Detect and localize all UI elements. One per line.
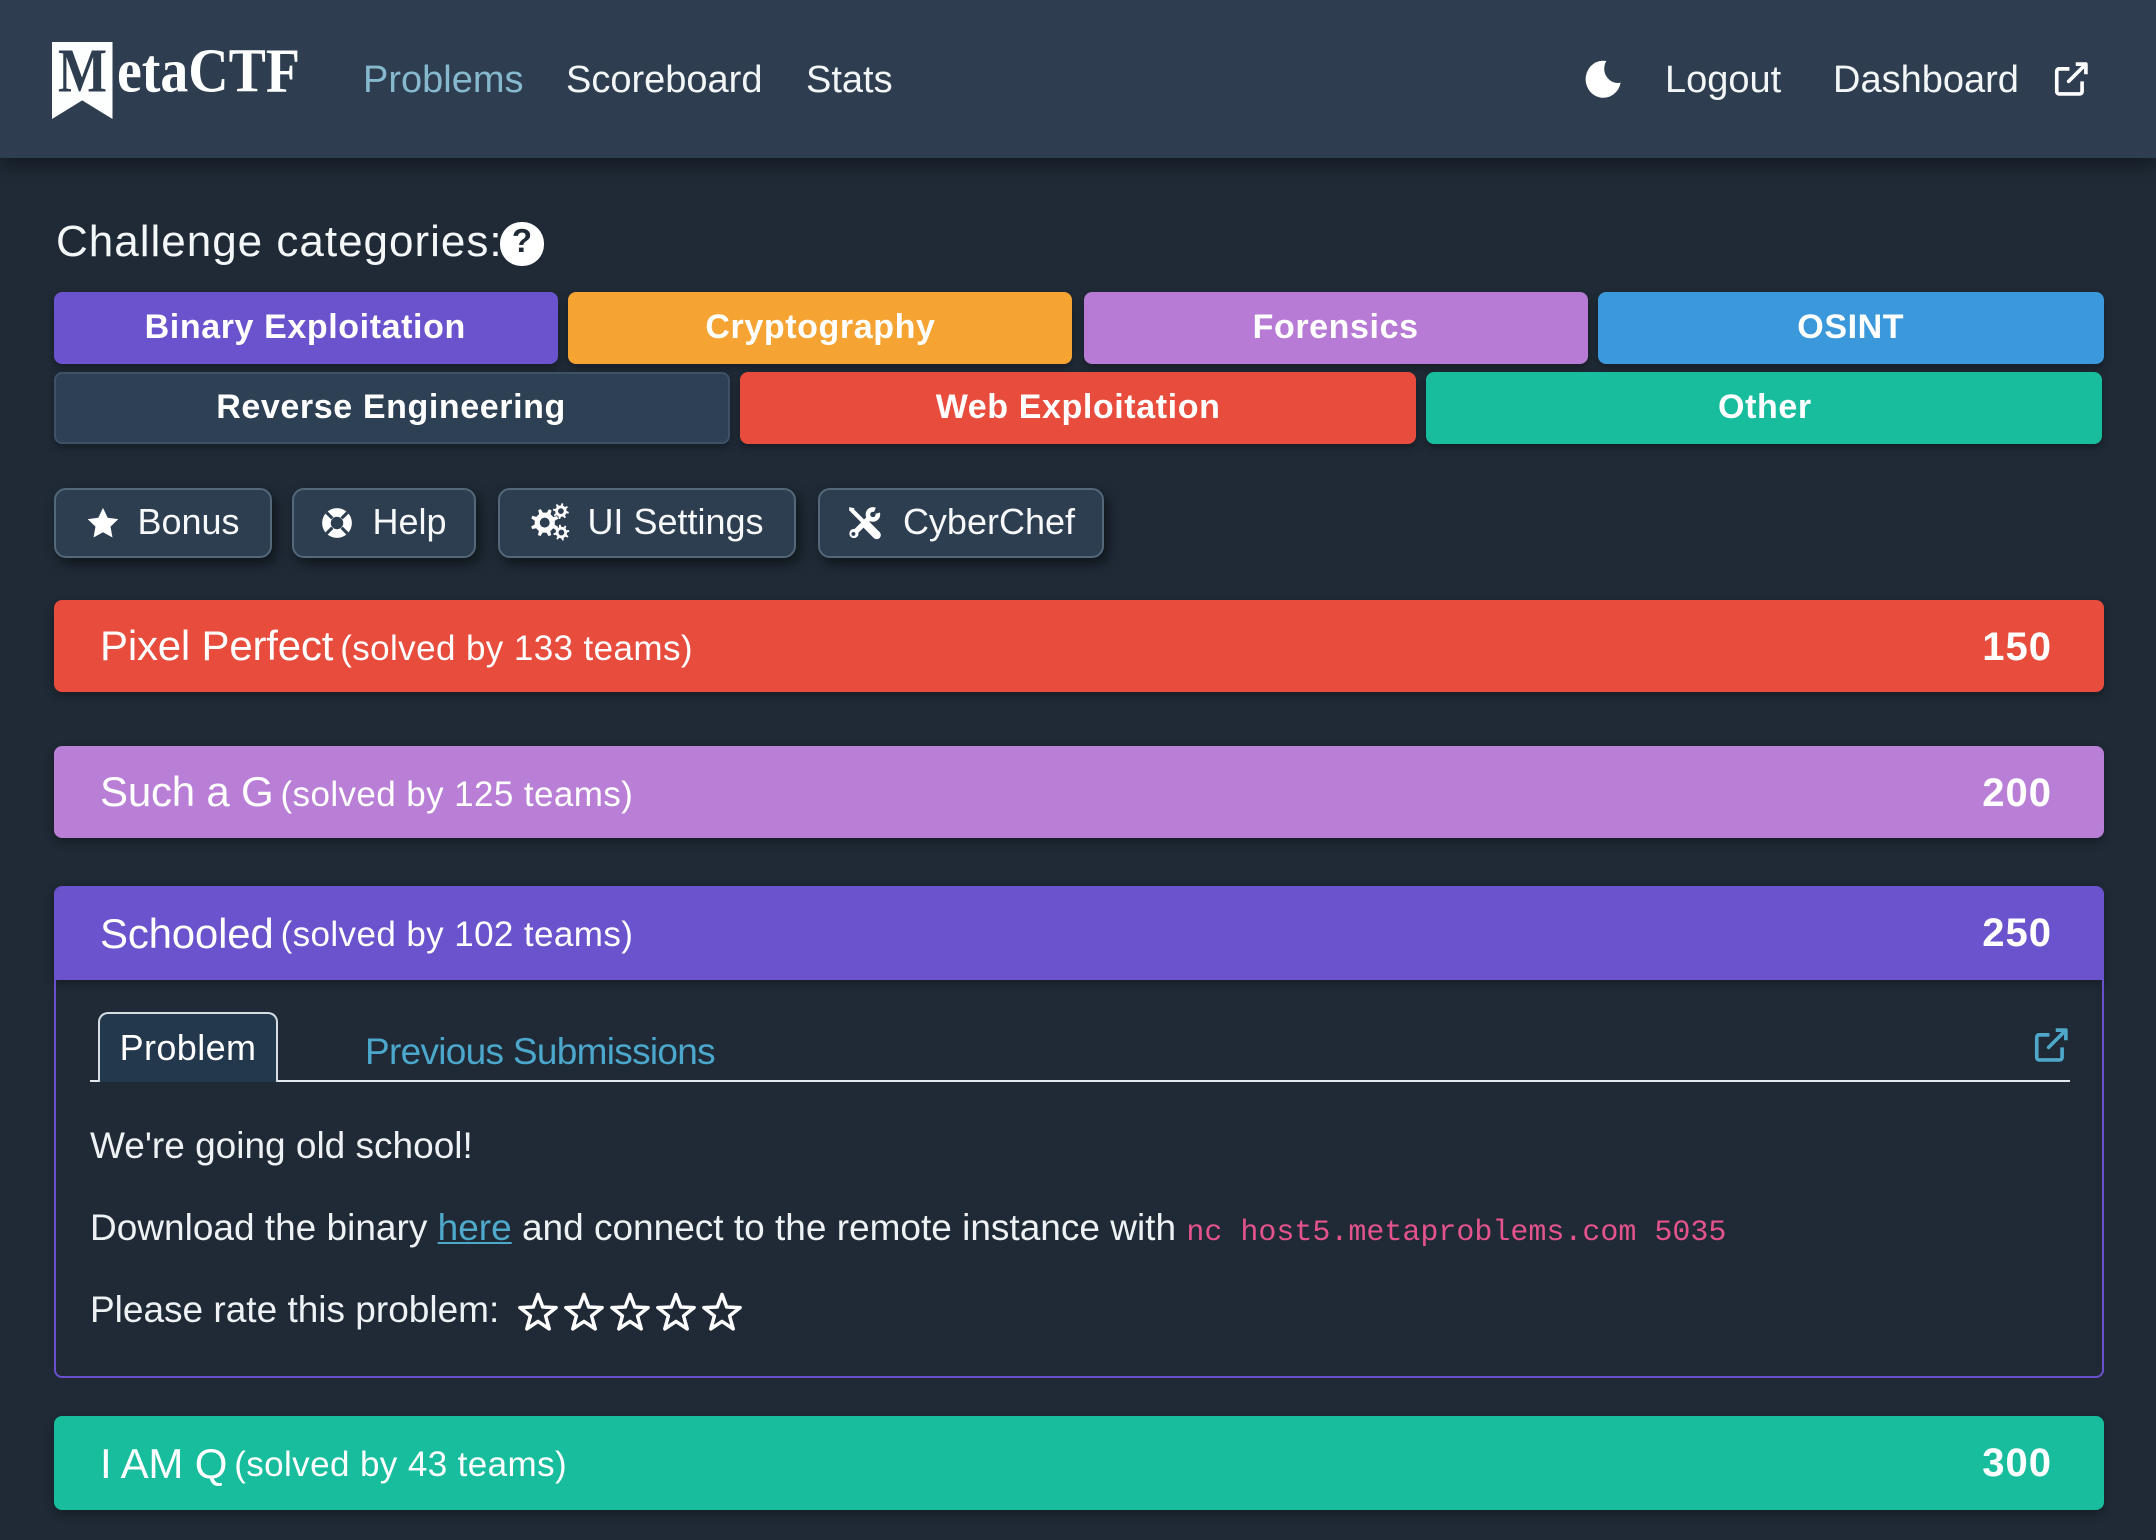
svg-text:etaCTF: etaCTF — [117, 40, 300, 106]
svg-text:M: M — [58, 40, 107, 106]
